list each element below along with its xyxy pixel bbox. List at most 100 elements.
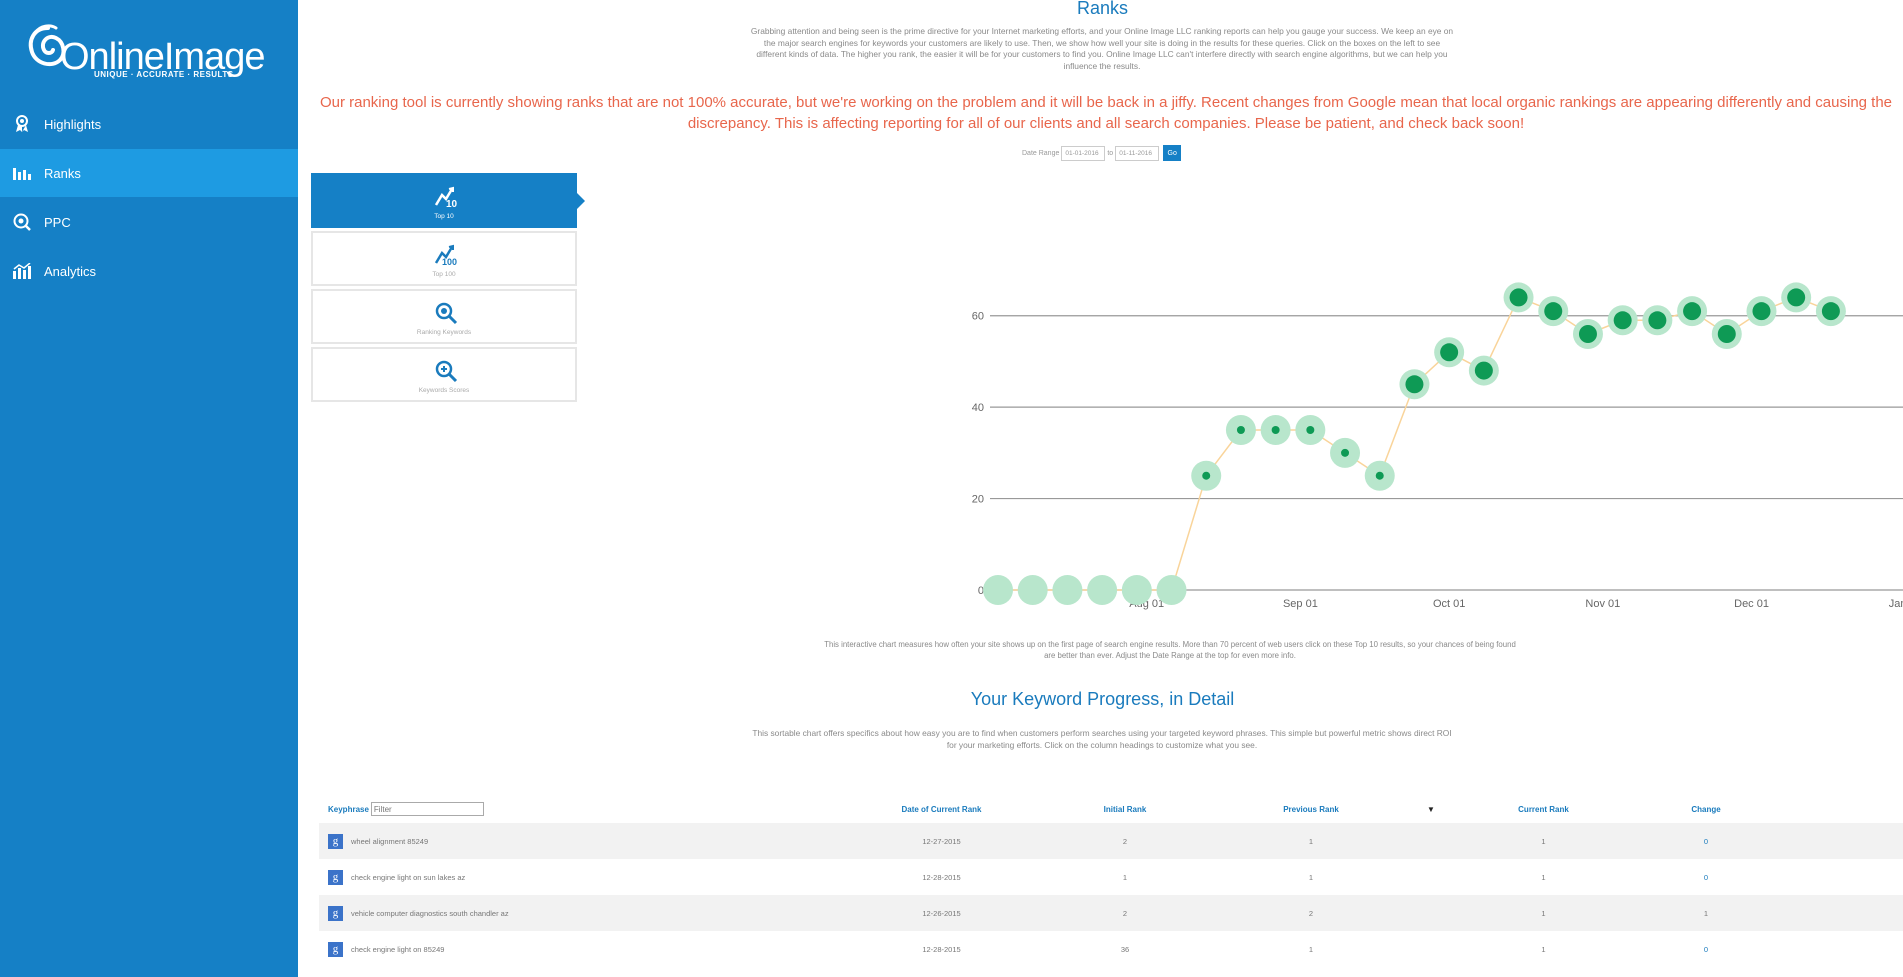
data-point: [1613, 311, 1632, 330]
cell-previous-rank: 1: [1308, 872, 1314, 882]
go-button[interactable]: Go: [1163, 145, 1182, 161]
sort-arrow-icon[interactable]: ▼: [1416, 805, 1446, 814]
table-header: Keyphrase Date of Current Rank Initial R…: [319, 795, 1903, 823]
data-point: [1375, 471, 1384, 480]
data-point: [1787, 288, 1806, 307]
sidebar-item-label: Analytics: [44, 263, 97, 279]
x-tick-label: Dec 01: [1734, 598, 1769, 610]
analytics-icon: [12, 261, 32, 281]
data-point-halo: [1017, 575, 1048, 605]
header-initial-rank[interactable]: Initial Rank: [1044, 805, 1206, 814]
magnifier-score-icon: [434, 359, 458, 383]
cell-keyphrase: g vehicle computer diagnostics south chan…: [319, 905, 839, 921]
google-icon: g: [328, 869, 343, 885]
sidebar-item-label: Ranks: [44, 165, 81, 181]
page-title: Ranks: [1076, 0, 1129, 18]
header-previous-rank[interactable]: Previous Rank: [1206, 805, 1416, 814]
sidebar: OnlineImage UNIQUE · ACCURATE · RESULTS …: [0, 0, 298, 977]
header-date[interactable]: Date of Current Rank: [839, 805, 1044, 814]
cell-previous-rank: 1: [1308, 944, 1314, 954]
cell-keyphrase: g check engine light on sun lakes az: [319, 869, 839, 885]
data-point: [1474, 361, 1493, 380]
google-icon: g: [328, 905, 343, 921]
keyphrase-text: check engine light on sun lakes az: [351, 872, 466, 882]
sidebar-item-ranks[interactable]: Ranks: [0, 149, 298, 197]
x-tick-label: Jan 01: [1889, 598, 1903, 610]
cell-date: 12-28-2015: [922, 944, 961, 954]
header-current-rank[interactable]: Current Rank: [1446, 805, 1641, 814]
sidebar-item-highlights[interactable]: Highlights: [0, 100, 298, 148]
data-point-halo: [1087, 575, 1118, 605]
warning-message: Our ranking tool is currently showing ra…: [319, 94, 1893, 132]
svg-text:100: 100: [442, 257, 457, 267]
intro-text: Grabbing attention and being seen is the…: [750, 26, 1454, 71]
bar-chart-icon: [12, 163, 32, 183]
card-top-100[interactable]: 100 Top 100: [311, 231, 577, 286]
detail-text: This sortable chart offers specifics abo…: [752, 728, 1452, 750]
data-point: [1341, 448, 1350, 457]
sidebar-item-ppc[interactable]: PPC: [0, 198, 298, 246]
header-keyphrase[interactable]: Keyphrase: [319, 802, 839, 816]
data-point: [1405, 375, 1424, 394]
y-tick-label: 20: [972, 494, 984, 506]
cell-initial-rank: 2: [1122, 908, 1128, 918]
date-to-input[interactable]: [1115, 145, 1160, 161]
table-row: g check engine light on 85249 12-28-2015 36…: [319, 931, 1903, 967]
cell-date: 12-28-2015: [922, 872, 961, 882]
cell-keyphrase: g wheel alignment 85249: [319, 833, 839, 849]
metric-cards: 10 Top 10 100 Top 100 Ranking Keywords K…: [311, 173, 585, 405]
cell-initial-rank: 2: [1122, 836, 1128, 846]
cell-change[interactable]: 1: [1641, 909, 1771, 918]
cell-change[interactable]: 0: [1641, 873, 1771, 882]
card-keywords-scores[interactable]: Keywords Scores: [311, 347, 577, 402]
award-icon: [12, 114, 32, 134]
keyphrase-text: check engine light on 85249: [351, 944, 445, 954]
sidebar-item-analytics[interactable]: Analytics: [0, 247, 298, 295]
sidebar-item-label: PPC: [44, 214, 71, 230]
date-to-label: to: [1107, 149, 1114, 157]
cell-keyphrase: g check engine light on 85249: [319, 941, 839, 957]
table-row: g check engine light on sun lakes az 12-28…: [319, 859, 1903, 895]
top100-icon: 100: [434, 243, 458, 267]
data-point: [1544, 302, 1563, 321]
cell-previous-rank: 1: [1308, 836, 1314, 846]
data-point: [1752, 302, 1771, 321]
cell-change[interactable]: 0: [1641, 837, 1771, 846]
top10-icon: 10: [434, 185, 458, 210]
date-from-input[interactable]: [1061, 145, 1106, 161]
main-content: Ranks Grabbing attention and being seen …: [298, 0, 1903, 977]
data-point-halo: [1156, 575, 1187, 605]
google-icon: g: [328, 941, 343, 957]
filter-input[interactable]: [370, 802, 484, 816]
cell-date: 12-27-2015: [922, 836, 961, 846]
cell-date: 12-26-2015: [922, 908, 961, 918]
card-label: Keywords Scores: [418, 387, 470, 394]
keyphrase-text: wheel alignment 85249: [351, 836, 429, 846]
data-point: [1648, 311, 1667, 330]
y-tick-label: 40: [972, 402, 984, 414]
x-tick-label: Nov 01: [1585, 598, 1620, 610]
data-point: [1821, 302, 1840, 321]
y-tick-label: 60: [972, 311, 984, 323]
table-row: g vehicle computer diagnostics south chan…: [319, 895, 1903, 931]
sidebar-item-label: Highlights: [44, 116, 102, 132]
keyphrase-text: vehicle computer diagnostics south chand…: [351, 908, 509, 918]
data-point: [1509, 288, 1528, 307]
chart-note: This interactive chart measures how ofte…: [824, 640, 1516, 660]
card-top-10[interactable]: 10 Top 10: [311, 173, 585, 228]
onlineimage-logo[interactable]: OnlineImage UNIQUE · ACCURATE · RESULTS: [26, 22, 276, 82]
target-icon: [12, 212, 32, 232]
detail-title: Your Keyword Progress, in Detail: [970, 689, 1235, 709]
google-icon: g: [328, 833, 343, 849]
data-point-halo: [983, 575, 1013, 605]
keyword-table: Keyphrase Date of Current Rank Initial R…: [319, 795, 1903, 967]
card-ranking-keywords[interactable]: Ranking Keywords: [311, 289, 577, 344]
header-keyphrase-label: Keyphrase: [328, 804, 369, 814]
cell-previous-rank: 2: [1308, 908, 1314, 918]
data-point-halo: [1121, 575, 1152, 605]
cell-change[interactable]: 0: [1641, 945, 1771, 954]
card-label: Top 100: [432, 271, 456, 278]
cell-current-rank: 1: [1541, 944, 1546, 954]
header-change[interactable]: Change: [1641, 805, 1771, 814]
top10-line-chart[interactable]: 0204060Aug 01Sep 01Oct 01Nov 01Dec 01Jan…: [678, 250, 1903, 620]
